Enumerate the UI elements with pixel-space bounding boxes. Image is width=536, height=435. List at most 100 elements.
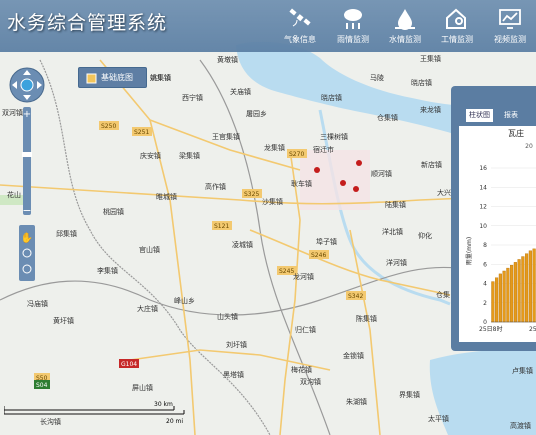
zoom-out-icon[interactable]: − [22, 204, 31, 217]
place-label: 姚集镇 [150, 73, 171, 82]
y-tick-label: 12 [479, 204, 487, 211]
rain-bar [521, 256, 525, 323]
place-label: 桃园镇 [103, 207, 124, 216]
scale-bar: 30 km 20 mi [3, 398, 190, 428]
nav-water[interactable]: 水情监测 [381, 4, 429, 52]
cloud-rain-icon [344, 9, 362, 29]
layers-icon [86, 72, 97, 84]
nav-video[interactable]: 视频监测 [486, 4, 534, 52]
tab-report[interactable]: 报表 [501, 109, 521, 122]
place-label: 庆安镇 [140, 151, 161, 160]
place-label: 耿车镇 [291, 179, 312, 188]
station-dot[interactable] [314, 167, 320, 173]
rain-bar [502, 270, 506, 323]
y-tick-label: 6 [483, 261, 487, 268]
place-label: 黄墩镇 [217, 55, 238, 64]
place-label: 龙河镇 [293, 272, 314, 281]
road-badge: S250 [99, 121, 119, 130]
place-label: 界集镇 [399, 390, 420, 399]
rain-bar [498, 273, 502, 323]
satellite-icon [289, 8, 311, 27]
hand-pan-icon[interactable]: ✋ [21, 231, 33, 244]
place-label: 新店镇 [421, 160, 442, 169]
road-badge: S270 [287, 149, 307, 158]
road-badge: G104 [119, 359, 139, 368]
nav-rain[interactable]: 雨情监测 [329, 4, 377, 52]
rain-bar [491, 281, 495, 323]
place-label: 邱集镇 [56, 229, 77, 238]
place-label: 黑塔镇 [223, 370, 244, 379]
road-badge: S246 [309, 250, 329, 259]
svg-text:S246: S246 [311, 252, 326, 259]
zoom-slider-track[interactable] [23, 107, 31, 215]
place-label: 冯庙镇 [27, 299, 48, 308]
place-label: 朱湖镇 [346, 397, 367, 406]
place-label: 关庙镇 [230, 87, 251, 96]
place-label: 陆集镇 [385, 200, 406, 209]
station-dot[interactable] [353, 186, 359, 192]
rain-bar [528, 250, 532, 323]
pan-center-icon[interactable] [20, 78, 34, 92]
place-label: 三棵树镇 [320, 132, 348, 141]
place-label: 卢集镇 [512, 366, 533, 375]
chart-panel: 柱状图 报表 瓦庄 20 16 14 12 10 8 6 4 2 0 雨量(mm) 25日8时 25 [451, 86, 536, 351]
road-badge: S251 [132, 127, 152, 136]
rain-bar [532, 248, 536, 323]
place-label: 沙集镇 [262, 197, 283, 206]
place-label: 梅花镇 [291, 365, 312, 374]
place-label: 马陵 [370, 73, 384, 82]
svg-text:S325: S325 [244, 191, 259, 198]
y-tick-label: 2 [483, 300, 487, 307]
tab-bar-chart[interactable]: 柱状图 [466, 109, 493, 122]
place-label: 李集镇 [97, 266, 118, 275]
map-navigation-control: + − ✋ [5, 67, 45, 287]
svg-text:S342: S342 [348, 293, 363, 300]
svg-text:S04: S04 [36, 382, 48, 389]
basemap-button[interactable]: 基础底图 [78, 67, 147, 88]
place-label: 陈集镇 [356, 314, 377, 323]
place-label: 洋河镇 [386, 258, 407, 267]
y-axis-label: 雨量(mm) [466, 237, 473, 265]
place-label: 峰山乡 [174, 296, 195, 305]
place-label: 仓集镇 [377, 113, 398, 122]
road-badge: S342 [346, 291, 366, 300]
y-tick-label: 16 [479, 165, 487, 172]
place-label: 太平镇 [428, 414, 449, 423]
place-label: 大庄镇 [137, 304, 158, 313]
place-label: 王集镇 [420, 54, 441, 63]
place-label: 埠子镇 [316, 237, 337, 246]
place-label: 高作镇 [205, 182, 226, 191]
nav-label: 气象信息 [284, 35, 316, 44]
place-label: 来龙镇 [420, 105, 441, 114]
rain-chart: 瓦庄 20 16 14 12 10 8 6 4 2 0 雨量(mm) 25日8时 25 [459, 126, 536, 342]
place-label: 龙集镇 [264, 143, 285, 152]
monitor-chart-icon [499, 9, 521, 29]
place-label: 晓店镇 [321, 93, 342, 102]
house-gear-icon [446, 8, 466, 29]
nav-label: 雨情监测 [337, 35, 369, 44]
nav-weather[interactable]: 气象信息 [276, 4, 324, 52]
place-label: 金锁镇 [343, 351, 364, 360]
rain-bar [495, 277, 499, 323]
station-dot[interactable] [340, 180, 346, 186]
app-title: 水务综合管理系统 [7, 12, 168, 34]
station-dot[interactable] [356, 160, 362, 166]
place-label: 双沟镇 [300, 377, 321, 386]
place-label: 官山镇 [139, 245, 160, 254]
x-tick-label: 25 [529, 326, 536, 333]
y-tick-label: 10 [479, 223, 487, 230]
place-label: 黄圩镇 [53, 316, 74, 325]
rain-bar [506, 267, 510, 323]
place-label: 王官集镇 [212, 132, 240, 141]
place-label: 顺河镇 [371, 169, 392, 178]
basemap-label: 基础底图 [101, 73, 133, 82]
place-label: 梁集镇 [179, 151, 200, 160]
place-label: 归仁镇 [295, 325, 316, 334]
place-label: 睢城镇 [156, 192, 177, 201]
place-label: 高渡镇 [510, 421, 531, 430]
zoom-in-icon[interactable]: + [23, 109, 31, 120]
nav-works[interactable]: 工情监测 [433, 4, 481, 52]
y-tick-label: 14 [479, 184, 487, 191]
zoom-slider-handle[interactable] [22, 152, 32, 157]
rain-bar [513, 262, 517, 323]
